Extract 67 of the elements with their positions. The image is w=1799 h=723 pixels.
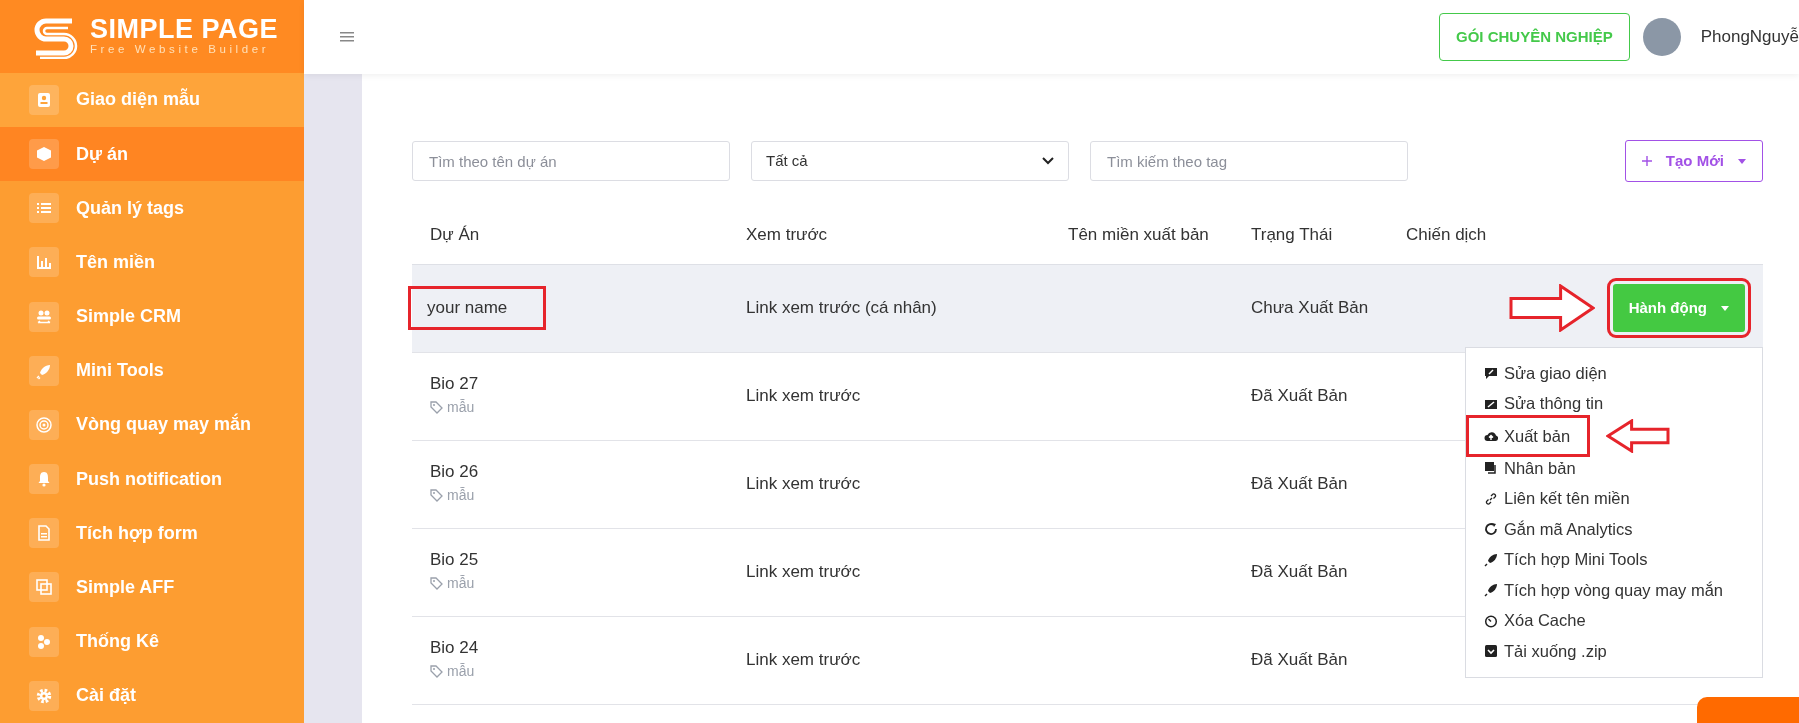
edit-comment-icon xyxy=(1484,366,1498,381)
project-name: Bio 25 xyxy=(430,548,480,571)
rocket-icon xyxy=(1484,583,1498,598)
column-header: Dự Án xyxy=(412,222,728,264)
search-field[interactable]: Tìm theo tên dự án xyxy=(412,141,730,181)
create-button[interactable]: Tạo Mới xyxy=(1624,140,1763,182)
status-text: Đã Xuất Bản xyxy=(1251,386,1348,406)
plus-icon xyxy=(1641,156,1652,166)
project-name: Bio 26 xyxy=(430,460,480,483)
tag-label: mẫu xyxy=(447,574,475,593)
menu-icon xyxy=(340,31,354,43)
target-icon xyxy=(35,415,53,434)
rocket-icon xyxy=(1484,552,1498,567)
caret-icon xyxy=(1738,158,1746,164)
tag-icon xyxy=(430,577,443,590)
preview-link[interactable]: Link xem trước xyxy=(746,562,861,582)
column-header: Xem trước xyxy=(728,222,1050,264)
preview-link[interactable]: Link xem trước (cá nhân) xyxy=(746,298,937,318)
menu-item[interactable]: Tích hợp Mini Tools xyxy=(1466,544,1666,575)
copy-icon xyxy=(1484,461,1498,476)
status-text: Đã Xuất Bản xyxy=(1251,474,1348,494)
cube-icon xyxy=(35,145,53,164)
menu-item[interactable]: Liên kết tên miền xyxy=(1466,483,1648,514)
status-text: Đã Xuất Bản xyxy=(1251,650,1348,670)
menu-item[interactable]: Sửa thông tin xyxy=(1466,388,1622,419)
status-text: Đã Xuất Bản xyxy=(1251,562,1348,582)
menu-item[interactable]: Gắn mã Analytics xyxy=(1466,514,1651,545)
bar-chart-icon xyxy=(35,253,53,272)
project-name: Bio 24 xyxy=(430,636,480,659)
tag-icon xyxy=(430,489,443,502)
menu-item[interactable]: Xuất bản xyxy=(1472,420,1585,452)
refresh-icon xyxy=(1484,522,1498,537)
form-document-icon xyxy=(35,524,53,543)
username: PhongNguyễ xyxy=(1700,26,1799,49)
column-header: Tên miền xuất bản xyxy=(1050,222,1233,264)
download-box-icon xyxy=(1484,644,1498,659)
project-name: your name xyxy=(408,286,547,330)
contact-card-icon xyxy=(35,90,53,109)
menu-item[interactable]: Sửa giao diện xyxy=(1466,358,1625,389)
cloud-upload-icon xyxy=(1484,429,1498,443)
brand-tagline: Free Website Builder xyxy=(90,43,271,57)
chevron-down-icon xyxy=(1042,157,1054,165)
timer-icon xyxy=(1484,613,1498,628)
preview-link[interactable]: Link xem trước xyxy=(746,474,861,494)
avatar-placeholder xyxy=(1642,18,1681,56)
project-name: Bio 27 xyxy=(430,372,480,395)
status-text: Chưa Xuất Bản xyxy=(1251,298,1369,318)
tag-search-field[interactable]: Tìm kiếm theo tag xyxy=(1090,141,1408,181)
link-icon xyxy=(1484,491,1498,506)
share-box-icon xyxy=(35,578,53,597)
column-header: Trạng Thái xyxy=(1233,222,1388,264)
menu-item[interactable]: Nhân bản xyxy=(1466,453,1594,484)
tag-icon xyxy=(430,401,443,414)
menu-item[interactable]: Xóa Cache xyxy=(1466,605,1604,636)
menu-item[interactable]: Tích hợp vòng quay may mắn xyxy=(1466,575,1741,606)
status-select[interactable]: Tất cả xyxy=(751,141,1069,181)
menu-item[interactable]: Tải xuống .zip xyxy=(1466,636,1625,667)
tag-label: mẫu xyxy=(447,398,475,417)
tag-label: mẫu xyxy=(447,662,475,681)
brand-name: SIMPLE PAGE xyxy=(90,16,279,44)
settings-icon xyxy=(35,686,53,705)
tag-label: mẫu xyxy=(447,486,475,505)
preview-link[interactable]: Link xem trước xyxy=(746,386,861,406)
column-header: Chiến dịch xyxy=(1388,222,1538,264)
tag-icon xyxy=(430,665,443,678)
caret-icon xyxy=(1721,305,1729,311)
preview-link[interactable]: Link xem trước xyxy=(746,650,861,670)
